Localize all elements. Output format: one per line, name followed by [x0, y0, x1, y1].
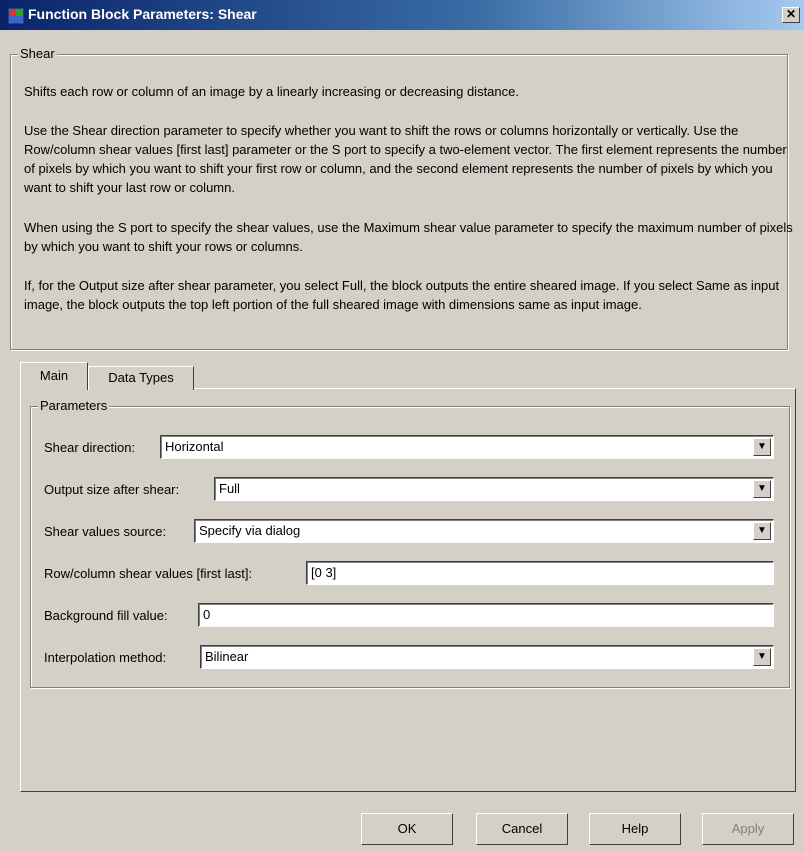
ok-button[interactable]: OK	[361, 813, 453, 845]
interpolation-label: Interpolation method:	[44, 650, 167, 665]
row-col-values-input[interactable]: [0 3]	[306, 561, 774, 585]
interpolation-select[interactable]: Bilinear ▼	[200, 645, 774, 669]
close-icon[interactable]: ✕	[782, 7, 800, 23]
window-title: Function Block Parameters: Shear	[28, 6, 257, 22]
description-paragraph-1: Shifts each row or column of an image by…	[24, 84, 519, 99]
title-bar[interactable]: Function Block Parameters: Shear ✕	[0, 0, 804, 30]
dialog-window: Function Block Parameters: Shear ✕ Shear…	[0, 0, 804, 852]
simulink-block-icon	[8, 8, 24, 24]
apply-button[interactable]: Apply	[702, 813, 794, 845]
chevron-down-icon[interactable]: ▼	[753, 648, 771, 666]
tab-main[interactable]: Main	[20, 362, 88, 390]
tab-data-types[interactable]: Data Types	[88, 366, 194, 390]
shear-direction-value: Horizontal	[165, 439, 224, 454]
shear-source-select[interactable]: Specify via dialog ▼	[194, 519, 774, 543]
output-size-select[interactable]: Full ▼	[214, 477, 774, 501]
interpolation-value: Bilinear	[205, 649, 249, 664]
output-size-value: Full	[219, 481, 240, 496]
description-paragraph-2: Use the Shear direction parameter to spe…	[24, 123, 787, 195]
shear-source-label: Shear values source:	[44, 524, 167, 539]
chevron-down-icon[interactable]: ▼	[753, 522, 771, 540]
chevron-down-icon[interactable]: ▼	[753, 438, 771, 456]
shear-direction-label: Shear direction:	[44, 440, 136, 455]
background-fill-label: Background fill value:	[44, 608, 168, 623]
row-col-values-label: Row/column shear values [first last]:	[44, 566, 253, 581]
description-paragraph-4: If, for the Output size after shear para…	[24, 278, 780, 312]
description-group-label: Shear	[18, 46, 57, 61]
chevron-down-icon[interactable]: ▼	[753, 480, 771, 498]
shear-source-value: Specify via dialog	[199, 523, 301, 538]
shear-direction-select[interactable]: Horizontal ▼	[160, 435, 774, 459]
output-size-label: Output size after shear:	[44, 482, 180, 497]
background-fill-input[interactable]: 0	[198, 603, 774, 627]
help-button[interactable]: Help	[589, 813, 681, 845]
description-paragraph-3: When using the S port to specify the she…	[24, 220, 793, 254]
parameters-group-label: Parameters	[38, 398, 110, 413]
cancel-button[interactable]: Cancel	[476, 813, 568, 845]
